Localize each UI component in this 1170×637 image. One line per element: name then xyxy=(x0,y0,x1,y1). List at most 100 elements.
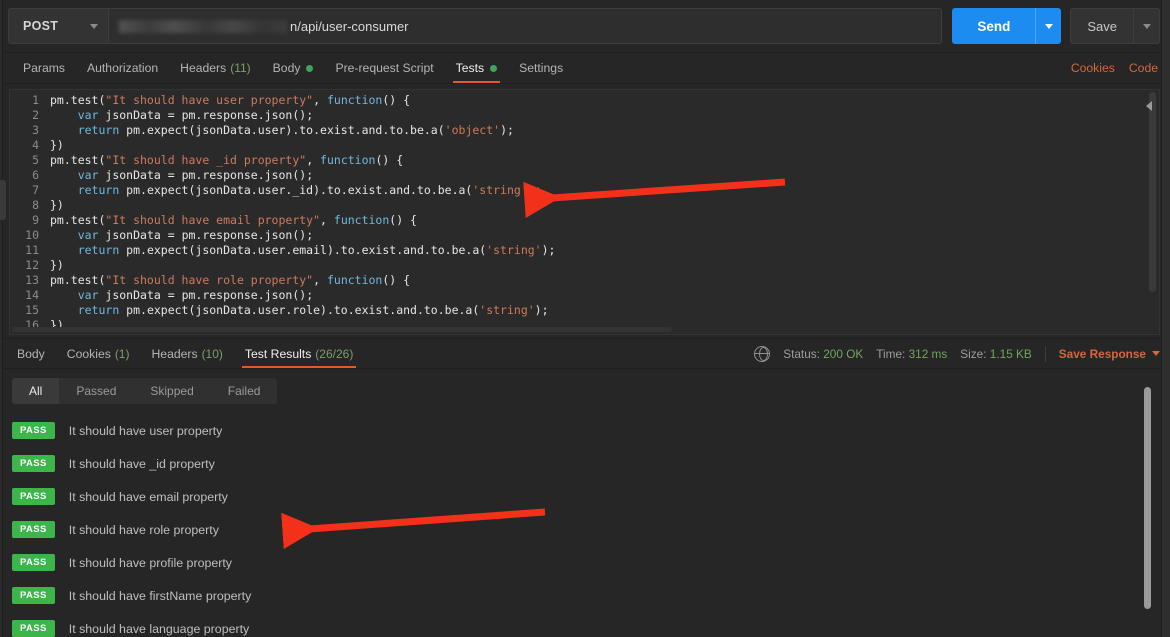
code-line-text[interactable]: var jsonData = pm.response.json(); xyxy=(50,228,313,243)
code-line-text[interactable]: var jsonData = pm.response.json(); xyxy=(50,108,313,123)
code-token: return xyxy=(78,123,120,137)
save-options-button[interactable] xyxy=(1133,9,1159,43)
code-line-text[interactable]: pm.test("It should have profile property… xyxy=(50,333,431,334)
tab-label: Authorization xyxy=(87,61,158,75)
result-filter-skipped[interactable]: Skipped xyxy=(133,378,210,404)
test-status-badge: PASS xyxy=(12,554,55,571)
postman-window: POST n/api/user-consumer Send Save Param… xyxy=(0,0,1170,637)
code-line-text[interactable]: pm.test("It should have role property", … xyxy=(50,273,410,288)
code-line-text[interactable]: pm.test("It should have _id property", f… xyxy=(50,153,403,168)
tab-label: Headers xyxy=(180,61,226,75)
test-result-row[interactable]: PASSIt should have language property xyxy=(0,612,1170,637)
code-line-text[interactable]: }) xyxy=(50,258,64,273)
code-token: ); xyxy=(500,123,514,137)
request-tab-pre-request-script[interactable]: Pre-request Script xyxy=(324,53,444,83)
code-line-text[interactable]: var jsonData = pm.response.json(); xyxy=(50,288,313,303)
chevron-down-icon xyxy=(1152,351,1160,356)
left-panel-edge xyxy=(0,0,3,637)
code-editor[interactable]: 1pm.test("It should have user property",… xyxy=(9,89,1160,335)
method-and-url-group: POST n/api/user-consumer xyxy=(8,8,942,44)
response-tab-test-results[interactable]: Test Results(26/26) xyxy=(234,339,364,368)
tab-count-badge: (10) xyxy=(202,347,223,361)
test-result-row[interactable]: PASSIt should have _id property xyxy=(0,447,1170,480)
save-button[interactable]: Save xyxy=(1071,9,1133,43)
save-response-button[interactable]: Save Response xyxy=(1059,347,1160,361)
sidebar-drag-handle[interactable] xyxy=(0,180,6,220)
status-meta: Status: 200 OK xyxy=(783,347,863,361)
code-editor-horizontal-scrollbar[interactable] xyxy=(12,326,1147,333)
cookies-link[interactable]: Cookies xyxy=(1071,61,1115,75)
code-link[interactable]: Code xyxy=(1129,61,1158,75)
results-vertical-scrollbar[interactable] xyxy=(1144,387,1151,637)
code-token: var xyxy=(78,288,99,302)
code-token: ); xyxy=(535,303,549,317)
code-editor-vertical-scrollbar[interactable] xyxy=(1148,92,1157,332)
request-tab-headers[interactable]: Headers(11) xyxy=(169,53,262,83)
code-token: 'string' xyxy=(472,183,527,197)
code-line-text[interactable]: return pm.expect(jsonData.user.email).to… xyxy=(50,243,555,258)
send-options-button[interactable] xyxy=(1035,8,1061,44)
request-tab-tests[interactable]: Tests xyxy=(445,53,508,83)
test-result-row[interactable]: PASSIt should have email property xyxy=(0,480,1170,513)
scrollbar-thumb[interactable] xyxy=(12,327,672,332)
code-editor-content[interactable]: 1pm.test("It should have user property",… xyxy=(10,90,1159,334)
save-button-group: Save xyxy=(1070,8,1160,44)
chevron-down-icon xyxy=(1143,24,1151,29)
code-token: pm.test( xyxy=(50,273,105,287)
request-tab-body[interactable]: Body xyxy=(262,53,325,83)
code-line-text[interactable]: }) xyxy=(50,198,64,213)
line-number: 2 xyxy=(10,108,50,123)
code-token: jsonData = pm.response.json(); xyxy=(98,228,313,242)
code-line-text[interactable]: }) xyxy=(50,138,64,153)
request-tab-authorization[interactable]: Authorization xyxy=(76,53,169,83)
collapse-panel-chevron-left-icon[interactable] xyxy=(1142,98,1156,114)
code-token: ); xyxy=(528,183,542,197)
divider xyxy=(1045,346,1046,362)
code-token: jsonData = pm.response.json(); xyxy=(98,288,313,302)
code-token: return xyxy=(78,183,120,197)
code-line: 12}) xyxy=(10,258,1159,273)
test-result-row[interactable]: PASSIt should have profile property xyxy=(0,546,1170,579)
tab-label: Tests xyxy=(456,61,484,75)
test-name: It should have role property xyxy=(69,523,219,537)
request-tab-params[interactable]: Params xyxy=(12,53,76,83)
code-token: function xyxy=(334,213,389,227)
http-method-select[interactable]: POST xyxy=(9,9,109,43)
result-filter-group: AllPassedSkippedFailed xyxy=(12,378,277,404)
tab-label: Pre-request Script xyxy=(335,61,433,75)
url-input[interactable]: n/api/user-consumer xyxy=(109,9,941,43)
response-tab-body[interactable]: Body xyxy=(6,339,56,368)
request-tab-settings[interactable]: Settings xyxy=(508,53,574,83)
line-number: 6 xyxy=(10,168,50,183)
code-token: "It should have user property" xyxy=(105,93,313,107)
response-tab-cookies[interactable]: Cookies(1) xyxy=(56,339,141,368)
send-button-group: Send xyxy=(952,8,1061,44)
code-line: 9pm.test("It should have email property"… xyxy=(10,213,1159,228)
request-tab-bar: Params Authorization Headers(11)Body Pre-re… xyxy=(0,53,1170,84)
scrollbar-thumb[interactable] xyxy=(1149,92,1156,292)
scrollbar-thumb[interactable] xyxy=(1144,387,1151,609)
send-button[interactable]: Send xyxy=(952,8,1035,44)
status-label: Status: xyxy=(783,347,820,361)
save-response-label: Save Response xyxy=(1059,347,1146,361)
response-tab-headers[interactable]: Headers(10) xyxy=(140,339,233,368)
test-result-row[interactable]: PASSIt should have user property xyxy=(0,414,1170,447)
url-redacted-blur xyxy=(119,20,287,33)
code-line-text[interactable]: return pm.expect(jsonData.user.role).to.… xyxy=(50,303,549,318)
test-result-row[interactable]: PASSIt should have firstName property xyxy=(0,579,1170,612)
line-number: 1 xyxy=(10,93,50,108)
result-filter-all[interactable]: All xyxy=(12,378,59,404)
globe-lock-icon xyxy=(754,346,770,362)
code-line-text[interactable]: return pm.expect(jsonData.user).to.exist… xyxy=(50,123,514,138)
line-number: 4 xyxy=(10,138,50,153)
code-token: var xyxy=(78,228,99,242)
code-line-text[interactable]: return pm.expect(jsonData.user._id).to.e… xyxy=(50,183,542,198)
code-line-text[interactable]: pm.test("It should have email property",… xyxy=(50,213,417,228)
test-result-row[interactable]: PASSIt should have role property xyxy=(0,513,1170,546)
code-line-text[interactable]: pm.test("It should have user property", … xyxy=(50,93,410,108)
result-filter-passed[interactable]: Passed xyxy=(59,378,133,404)
code-token: return xyxy=(78,243,120,257)
code-line-text[interactable]: var jsonData = pm.response.json(); xyxy=(50,168,313,183)
code-token: 'object' xyxy=(445,123,500,137)
result-filter-failed[interactable]: Failed xyxy=(211,378,278,404)
